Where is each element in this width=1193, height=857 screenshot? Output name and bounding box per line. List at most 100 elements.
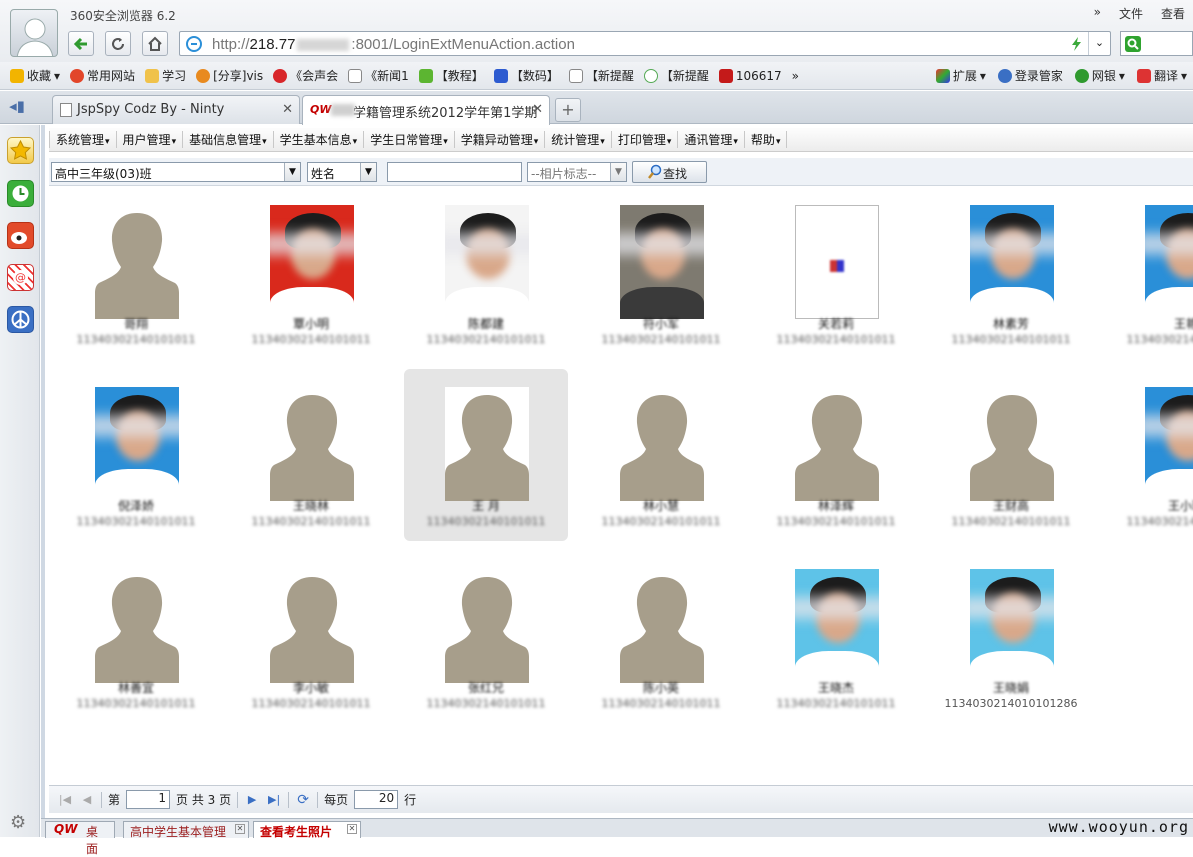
browser-title-bar: 360安全浏览器 6.2 » 文件 查看 http://218.77:8001/… bbox=[0, 0, 1193, 62]
bookmark-huishenghui[interactable]: 《会声会 bbox=[273, 67, 338, 84]
translate-button[interactable]: 翻译 ▾ bbox=[1136, 67, 1187, 84]
student-photo bbox=[95, 205, 179, 319]
chevron-more-icon[interactable]: » bbox=[1094, 5, 1101, 22]
student-card[interactable]: 林小慧 11340302140101011 bbox=[579, 369, 743, 541]
menu-file[interactable]: 文件 bbox=[1119, 5, 1143, 22]
student-card[interactable]: 覃小明 11340302140101011 bbox=[229, 187, 393, 359]
student-card[interactable]: 陈都建 11340302140101011 bbox=[404, 187, 568, 359]
menu-status-change[interactable]: 学籍异动管理 bbox=[455, 131, 546, 148]
bookmark-reminder-2[interactable]: 【新提醒 bbox=[643, 67, 709, 84]
student-card[interactable]: 王 月 11340302140101011 bbox=[404, 369, 568, 541]
menu-users[interactable]: 用户管理 bbox=[117, 131, 184, 148]
first-page-icon[interactable]: |◀ bbox=[57, 792, 73, 808]
student-id: 11340302140101011 bbox=[1126, 515, 1193, 528]
last-page-icon[interactable]: ▶| bbox=[266, 792, 282, 808]
menu-help[interactable]: 帮助 bbox=[745, 131, 788, 148]
peace-app-icon[interactable] bbox=[7, 306, 34, 333]
bookmark-digital[interactable]: 【数码】 bbox=[493, 67, 559, 84]
refresh-icon[interactable]: ⟳ bbox=[295, 792, 311, 808]
search-button[interactable]: 查找 bbox=[632, 161, 707, 183]
student-card[interactable]: 王艳 11340302140101011 bbox=[1104, 187, 1193, 359]
history-clock-icon[interactable] bbox=[7, 180, 34, 207]
student-card[interactable]: 李小敏 11340302140101011 bbox=[229, 551, 393, 723]
close-icon[interactable]: ✕ bbox=[235, 824, 245, 834]
student-card[interactable]: 林善宜 11340302140101011 bbox=[54, 551, 218, 723]
lightning-icon[interactable] bbox=[1070, 36, 1084, 52]
student-name: 陈都建 bbox=[467, 317, 504, 331]
bottom-tab-student-basic[interactable]: 高中学生基本管理 ✕ bbox=[123, 821, 249, 839]
student-card[interactable]: 林素芳 11340302140101011 bbox=[929, 187, 1093, 359]
next-page-icon[interactable]: ▶ bbox=[244, 792, 260, 808]
favorites-star-icon[interactable] bbox=[7, 137, 34, 164]
mail-icon[interactable]: @ bbox=[7, 264, 34, 291]
login-manager-button[interactable]: 登录管家 bbox=[997, 67, 1063, 84]
close-icon[interactable]: ✕ bbox=[347, 824, 357, 834]
bookmark-106617[interactable]: 106617 bbox=[718, 68, 782, 83]
tab-jspspy[interactable]: JspSpy Codz By - Ninty ✕ bbox=[52, 95, 300, 124]
student-card[interactable]: 关若莉 11340302140101011 bbox=[754, 187, 918, 359]
bookmark-news[interactable]: 《新闻1 bbox=[348, 67, 409, 84]
bookmark-common-sites[interactable]: 常用网站 bbox=[70, 67, 135, 84]
bookmarks-more[interactable]: » bbox=[792, 69, 799, 83]
student-card[interactable]: 王晓杰 11340302140101011 bbox=[754, 551, 918, 723]
per-page-input[interactable]: 20 bbox=[354, 790, 399, 809]
bookmark-favorites[interactable]: 收藏 ▾ bbox=[10, 67, 60, 84]
avatar-silhouette-icon bbox=[445, 395, 529, 501]
address-bar[interactable]: http://218.77:8001/LoginExtMenuAction.ac… bbox=[179, 31, 1111, 56]
student-card[interactable]: 符小军 11340302140101011 bbox=[579, 187, 743, 359]
menu-student-info[interactable]: 学生基本信息 bbox=[274, 131, 365, 148]
back-button[interactable] bbox=[68, 31, 94, 56]
class-select[interactable]: 高中三年级(03)班 ▼ bbox=[51, 162, 301, 182]
student-card[interactable]: 陈小英 11340302140101011 bbox=[579, 551, 743, 723]
search-text-input[interactable] bbox=[387, 162, 522, 182]
student-card[interactable]: 倪泽娇 11340302140101011 bbox=[54, 369, 218, 541]
bottom-tab-desktop[interactable]: QW 桌面 bbox=[45, 821, 115, 856]
page-number-input[interactable]: 1 bbox=[126, 790, 171, 809]
tab-student-system[interactable]: QW 学籍管理系统2012学年第1学期 ✕ bbox=[302, 95, 550, 125]
menu-view[interactable]: 查看 bbox=[1161, 5, 1185, 22]
field-select[interactable]: 姓名 ▼ bbox=[307, 162, 377, 182]
student-card[interactable]: 林泽辉 11340302140101011 bbox=[754, 369, 918, 541]
student-name: 符小军 bbox=[642, 317, 679, 331]
user-avatar-icon[interactable] bbox=[10, 9, 58, 57]
menu-communication[interactable]: 通讯管理 bbox=[678, 131, 745, 148]
student-card[interactable]: 王晓娟 1134030214010101286 bbox=[929, 551, 1093, 723]
menu-basic-info[interactable]: 基础信息管理 bbox=[183, 131, 274, 148]
search-engine-box[interactable] bbox=[1120, 31, 1193, 56]
photo-flag-select[interactable]: --相片标志-- ▼ bbox=[527, 162, 627, 182]
online-banking-button[interactable]: 网银 ▾ bbox=[1074, 67, 1125, 84]
menu-system[interactable]: 系统管理 bbox=[49, 131, 117, 148]
student-card[interactable]: 哥翔 11340302140101011 bbox=[54, 187, 218, 359]
bookmark-reminder-1[interactable]: 【新提醒 bbox=[568, 67, 634, 84]
new-tab-button[interactable]: + bbox=[555, 98, 581, 122]
watermark: www.wooyun.org bbox=[1048, 818, 1189, 836]
tab-label: JspSpy Codz By - Ninty bbox=[77, 102, 225, 117]
student-name: 林素芳 bbox=[992, 317, 1029, 331]
student-card[interactable]: 王晓林 11340302140101011 bbox=[229, 369, 393, 541]
settings-gear-icon[interactable]: ⚙ bbox=[10, 812, 26, 833]
menu-student-daily[interactable]: 学生日常管理 bbox=[364, 131, 455, 148]
bookmark-study[interactable]: 学习 bbox=[145, 67, 186, 84]
prev-page-icon[interactable]: ◀ bbox=[79, 792, 95, 808]
menu-statistics[interactable]: 统计管理 bbox=[545, 131, 612, 148]
bookmark-tutorial[interactable]: 【教程】 bbox=[418, 67, 484, 84]
extensions-button[interactable]: 扩展 ▾ bbox=[935, 67, 986, 84]
menu-print[interactable]: 打印管理 bbox=[612, 131, 679, 148]
bottom-tab-view-photos[interactable]: 查看考生照片 ✕ bbox=[253, 821, 361, 839]
folder-icon bbox=[145, 68, 160, 83]
refresh-button[interactable] bbox=[105, 31, 131, 56]
close-icon[interactable]: ✕ bbox=[282, 102, 293, 117]
student-card[interactable]: 王小玲 11340302140101011 bbox=[1104, 369, 1193, 541]
address-dropdown-icon[interactable]: ⌄ bbox=[1088, 32, 1110, 55]
divider bbox=[101, 791, 102, 808]
bookmark-share-vis[interactable]: [分享]vis bbox=[196, 67, 263, 84]
sidebar-toggle-icon[interactable]: ◂▮ bbox=[4, 97, 30, 119]
avatar-silhouette-icon bbox=[795, 395, 879, 501]
home-button[interactable] bbox=[142, 31, 168, 56]
weibo-icon[interactable] bbox=[7, 222, 34, 249]
student-photo bbox=[970, 205, 1054, 319]
student-card[interactable]: 王财高 11340302140101011 bbox=[929, 369, 1093, 541]
close-icon[interactable]: ✕ bbox=[532, 102, 543, 117]
student-card[interactable]: 张红兄 11340302140101011 bbox=[404, 551, 568, 723]
filter-toolbar: 高中三年级(03)班 ▼ 姓名 ▼ --相片标志-- ▼ 查找 bbox=[49, 158, 1193, 186]
